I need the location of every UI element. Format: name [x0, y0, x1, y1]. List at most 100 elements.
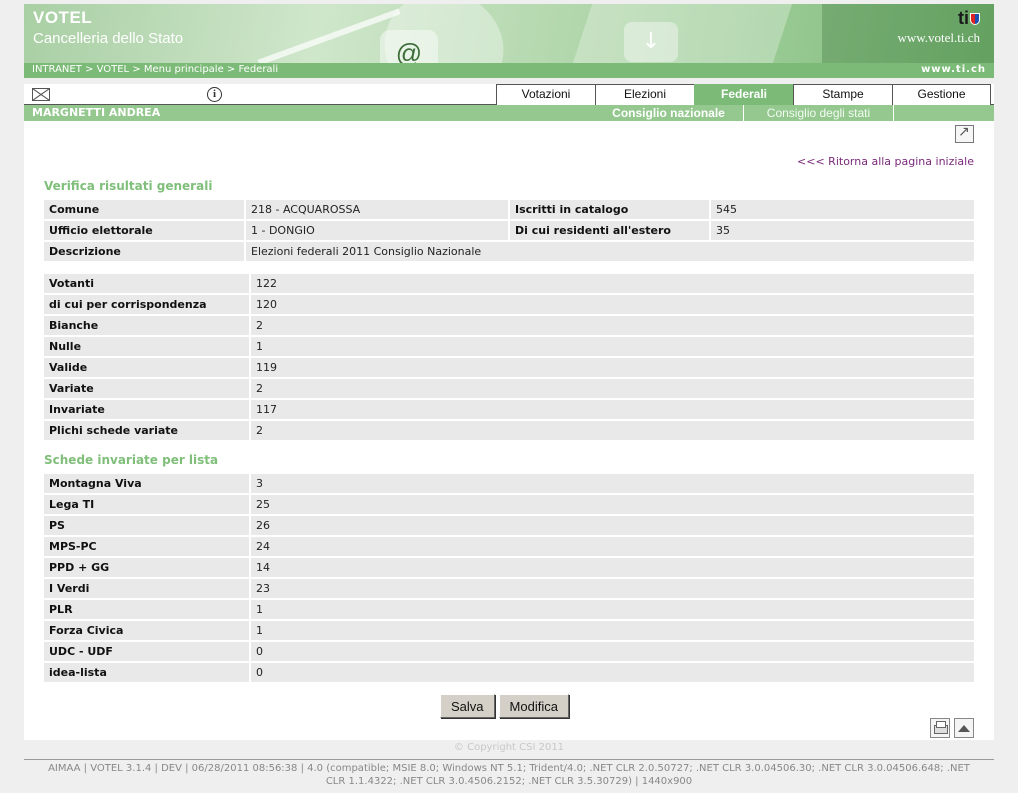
table-row: Descrizione Elezioni federali 2011 Consi… — [44, 242, 974, 261]
section-title-general: Verifica risultati generali — [44, 179, 213, 193]
table-row: di cui per corrispondenza 120 — [44, 295, 974, 314]
banner-decoration — [572, 4, 796, 64]
list-label: Forza Civica — [44, 621, 251, 640]
table-row: Bianche 2 — [44, 316, 974, 335]
table-row: Comune 218 - ACQUAROSSA Iscritti in cata… — [44, 200, 974, 219]
table-row: Invariate 117 — [44, 400, 974, 419]
table-row: UDC - UDF 0 — [44, 642, 974, 661]
keyboard-arrow-key-icon: ↓ — [624, 22, 678, 62]
list-label: PPD + GG — [44, 558, 251, 577]
list-value: 1 — [251, 600, 974, 619]
save-button[interactable]: Salva — [440, 694, 495, 718]
info-icon[interactable]: i — [207, 87, 222, 102]
tab-elezioni[interactable]: Elezioni — [595, 84, 694, 105]
form-actions: Salva Modifica — [440, 694, 569, 718]
residenti-value: 35 — [711, 221, 974, 240]
valide-label: Valide — [44, 358, 251, 377]
subtab-bar: Consiglio nazionale Consiglio degli stat… — [594, 105, 894, 121]
iscritti-value: 545 — [711, 200, 974, 219]
list-label: Montagna Viva — [44, 474, 251, 493]
ufficio-value: 1 - DONGIO — [246, 221, 510, 240]
table-row: MPS-PC 24 — [44, 537, 974, 556]
valide-value: 119 — [251, 358, 974, 377]
list-label: PLR — [44, 600, 251, 619]
list-value: 1 — [251, 621, 974, 640]
brand: VOTEL Cancelleria dello Stato — [33, 8, 183, 47]
copyright: © Copyright CSI 2011 — [453, 742, 565, 753]
org-name: Cancelleria dello Stato — [33, 30, 184, 47]
table-row: Votanti 122 — [44, 274, 974, 293]
votanti-label: Votanti — [44, 274, 251, 293]
table-row: Montagna Viva 3 — [44, 474, 974, 493]
subtab-consiglio-degli-stati[interactable]: Consiglio degli stati — [744, 105, 894, 121]
invariate-value: 117 — [251, 400, 974, 419]
tab-gestione[interactable]: Gestione — [892, 84, 991, 105]
ti-ch-link[interactable]: www.ti.ch — [921, 64, 986, 75]
list-label: UDC - UDF — [44, 642, 251, 661]
ticino-shield-icon — [970, 13, 980, 25]
residenti-label: Di cui residenti all'estero — [510, 221, 711, 240]
corrispondenza-label: di cui per corrispondenza — [44, 295, 251, 314]
table-row: PPD + GG 14 — [44, 558, 974, 577]
bianche-value: 2 — [251, 316, 974, 335]
list-label: PS — [44, 516, 251, 535]
bianche-label: Bianche — [44, 316, 251, 335]
iscritti-label: Iscritti in catalogo — [510, 200, 711, 219]
tab-federali[interactable]: Federali — [694, 84, 793, 105]
list-value: 23 — [251, 579, 974, 598]
list-value: 26 — [251, 516, 974, 535]
tab-votazioni[interactable]: Votazioni — [496, 84, 595, 105]
section-title-lists: Schede invariate per lista — [44, 453, 219, 467]
app-name: VOTEL — [33, 8, 93, 27]
ti-logo-text: ti — [958, 8, 969, 28]
main-nav: i Votazioni Elezioni Federali Stampe Ges… — [24, 84, 994, 105]
variate-label: Variate — [44, 379, 251, 398]
descrizione-label: Descrizione — [44, 242, 246, 261]
table-row: Forza Civica 1 — [44, 621, 974, 640]
table-row: Valide 119 — [44, 358, 974, 377]
table-row: Ufficio elettorale 1 - DONGIO Di cui res… — [44, 221, 974, 240]
user-name: MARGNETTI ANDREA — [32, 106, 161, 119]
back-to-home-link[interactable]: <<< Ritorna alla pagina iniziale — [797, 155, 974, 168]
list-value: 0 — [251, 642, 974, 661]
ti-logo: ti — [958, 8, 980, 29]
popout-window-icon[interactable] — [955, 124, 974, 143]
descrizione-value: Elezioni federali 2011 Consiglio Naziona… — [246, 242, 974, 261]
scroll-to-top-icon[interactable] — [954, 718, 974, 738]
user-bar: MARGNETTI ANDREA Consiglio nazionale Con… — [24, 105, 994, 121]
list-label: MPS-PC — [44, 537, 251, 556]
plichi-label: Plichi schede variate — [44, 421, 251, 440]
lists-table: Montagna Viva 3 Lega TI 25 PS 26 MPS-PC 24 P… — [44, 472, 974, 684]
list-label: idea-lista — [44, 663, 251, 682]
ufficio-label: Ufficio elettorale — [44, 221, 246, 240]
invariate-label: Invariate — [44, 400, 251, 419]
table-row: Lega TI 25 — [44, 495, 974, 514]
header-banner: @ ↓ VOTEL Cancelleria dello Stato ti www… — [24, 4, 994, 78]
mail-icon[interactable] — [32, 88, 50, 101]
comune-label: Comune — [44, 200, 246, 219]
nulle-value: 1 — [251, 337, 974, 356]
tab-bar: Votazioni Elezioni Federali Stampe Gesti… — [496, 84, 991, 105]
print-icon[interactable] — [930, 718, 950, 738]
footer-info: AIMAA | VOTEL 3.1.4 | DEV | 06/28/2011 0… — [48, 763, 970, 787]
table-row: Nulle 1 — [44, 337, 974, 356]
list-value: 24 — [251, 537, 974, 556]
tab-stampe[interactable]: Stampe — [793, 84, 892, 105]
edit-button[interactable]: Modifica — [498, 694, 569, 718]
list-value: 0 — [251, 663, 974, 682]
breadcrumb: INTRANET > VOTEL > Menu principale > Fed… — [32, 64, 279, 75]
table-row: idea-lista 0 — [44, 663, 974, 682]
breadcrumb-bar: INTRANET > VOTEL > Menu principale > Fed… — [24, 63, 994, 78]
list-value: 3 — [251, 474, 974, 493]
list-label: Lega TI — [44, 495, 251, 514]
table-row: Plichi schede variate 2 — [44, 421, 974, 440]
site-url: www.votel.ti.ch — [897, 30, 980, 45]
table-row: I Verdi 23 — [44, 579, 974, 598]
plichi-value: 2 — [251, 421, 974, 440]
main-content: <<< Ritorna alla pagina iniziale Verific… — [24, 121, 994, 740]
votanti-value: 122 — [251, 274, 974, 293]
general-info-table: Comune 218 - ACQUAROSSA Iscritti in cata… — [44, 198, 974, 263]
subtab-consiglio-nazionale[interactable]: Consiglio nazionale — [594, 105, 744, 121]
votes-table: Votanti 122 di cui per corrispondenza 120 … — [44, 272, 974, 442]
list-value: 25 — [251, 495, 974, 514]
